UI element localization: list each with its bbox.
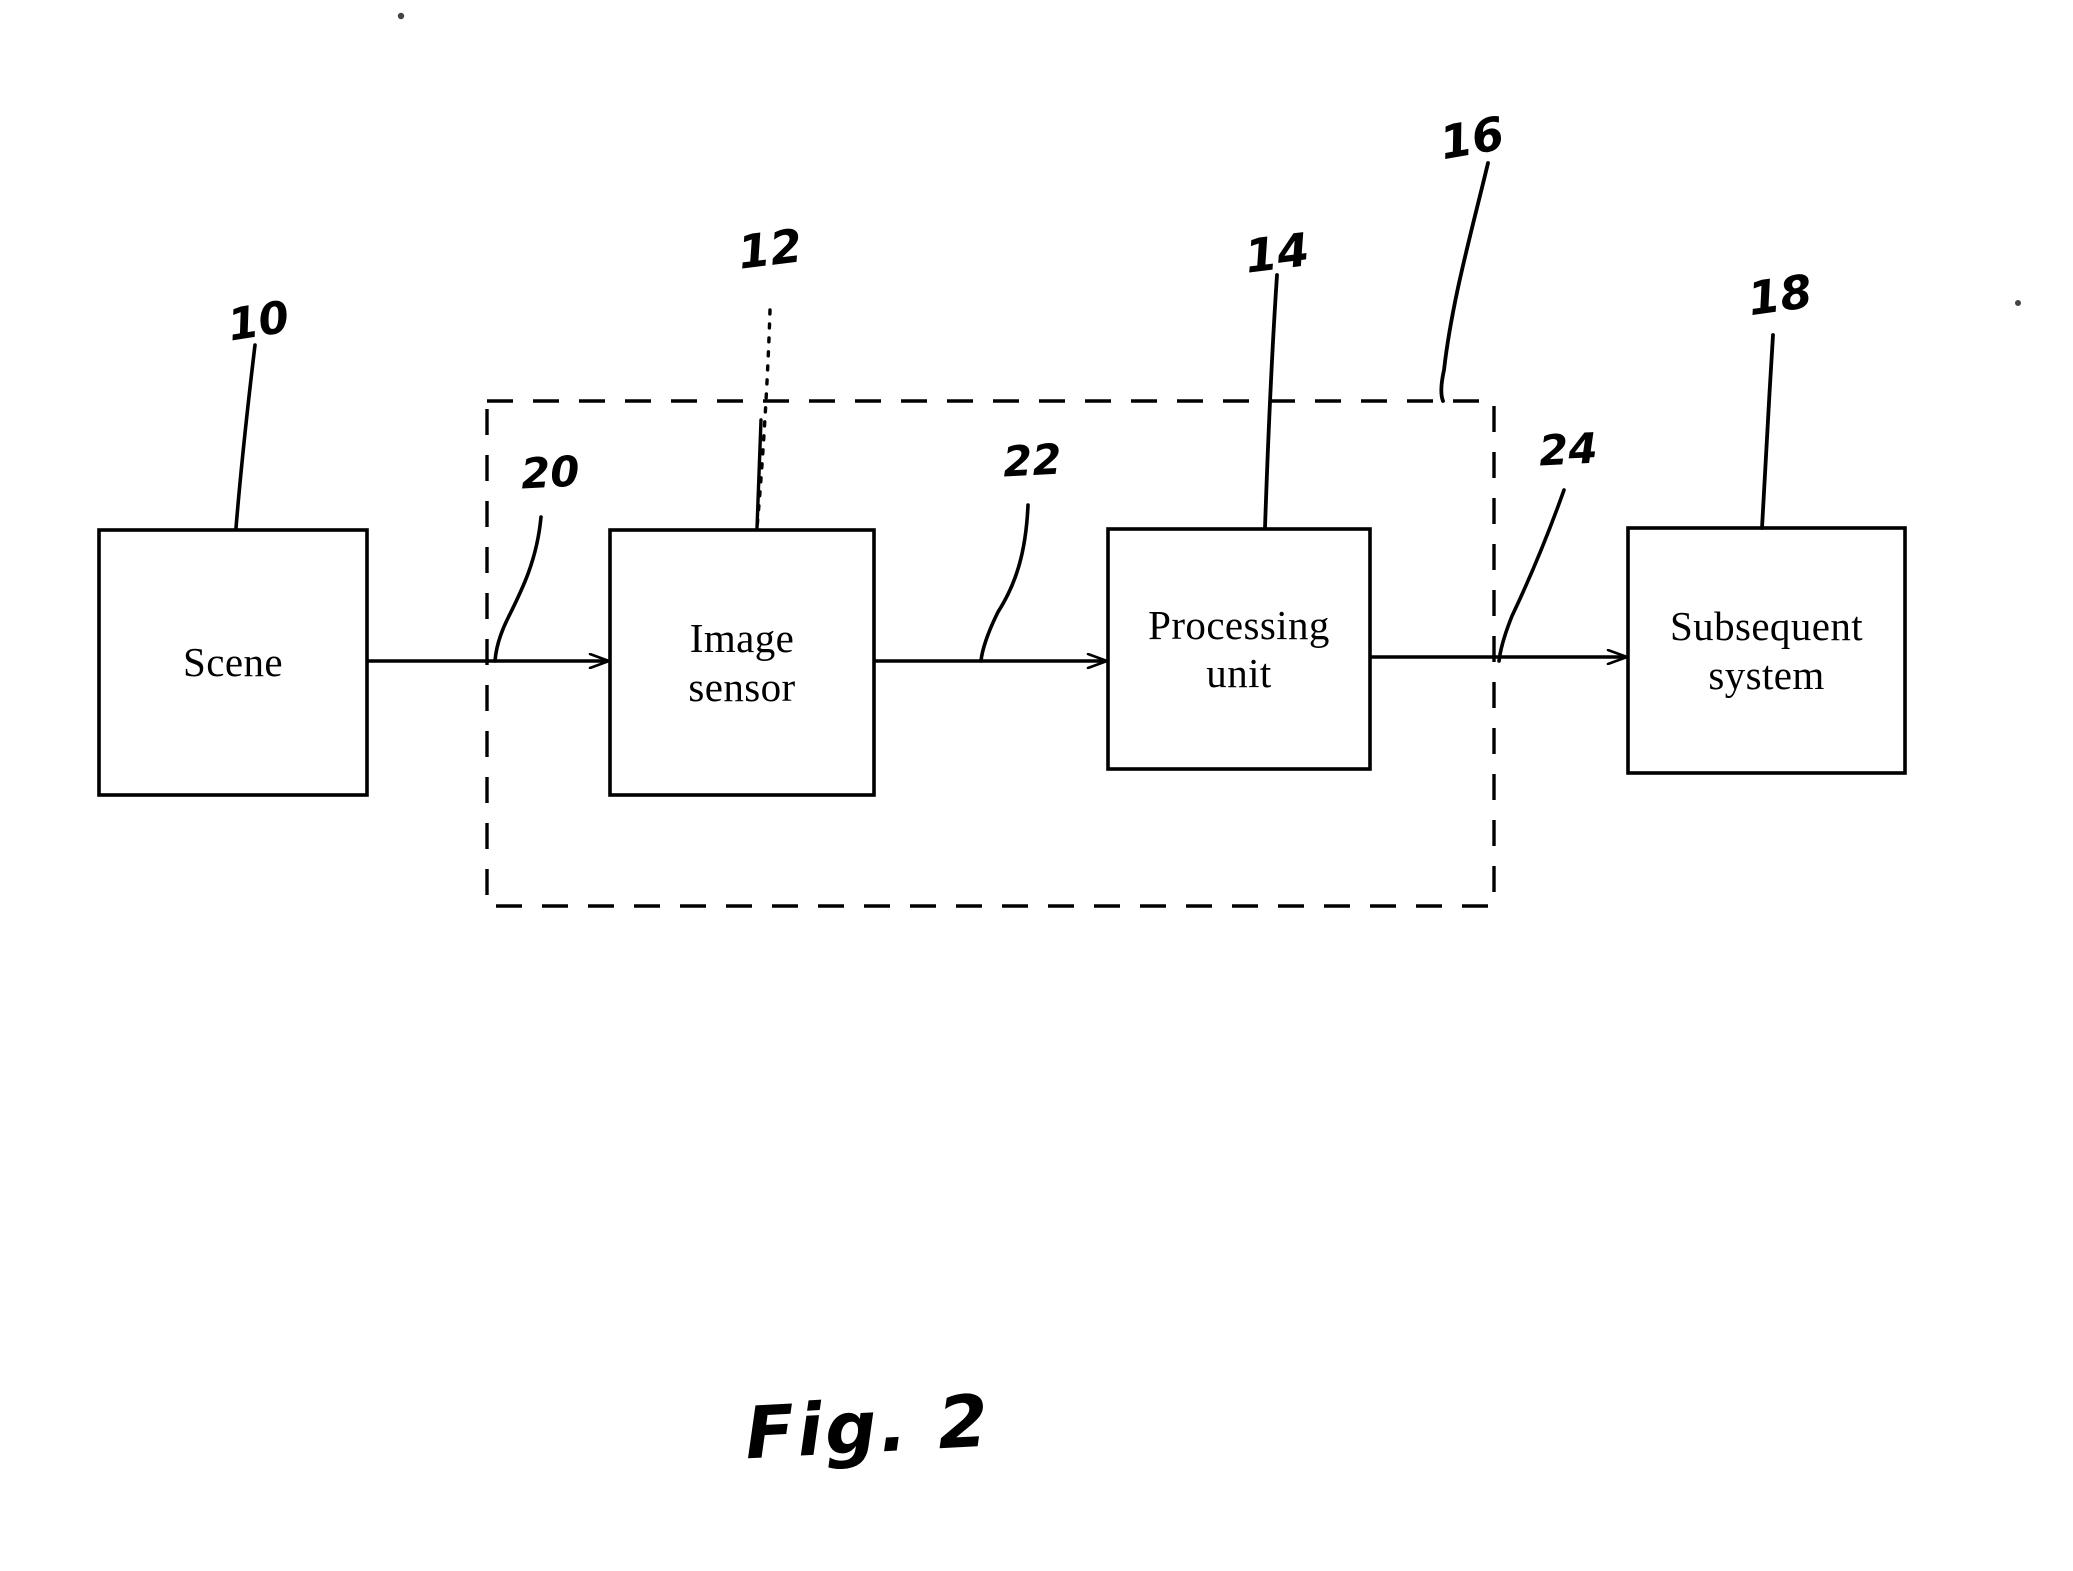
leader-line-16 [1439,161,1490,403]
reference-numeral-24: 24 [1537,423,1599,476]
block-scene [97,528,369,797]
leader-line-18 [1760,333,1775,530]
reference-numeral-16: 16 [1435,105,1509,171]
leader-line-12-solid [755,418,763,530]
leader-line-20 [493,515,543,663]
figure-page: Scene Image sensor Processing unit Subse… [0,0,2073,1571]
scan-speck [2015,300,2021,306]
leader-line-10 [234,343,257,530]
figure-caption: Fig. 2 [742,1378,993,1476]
reference-numeral-12: 12 [734,218,806,280]
leader-line-22 [979,503,1030,663]
reference-numeral-20: 20 [519,446,581,499]
reference-numeral-10: 10 [224,291,293,352]
reference-numeral-22: 22 [1001,434,1063,487]
reference-numeral-18: 18 [1744,263,1816,327]
block-image-sensor [608,528,876,797]
scan-speck [397,12,405,20]
leader-line-24 [1497,488,1566,663]
block-subsequent-system [1626,526,1907,775]
block-processing-unit [1106,527,1372,771]
reference-numeral-14: 14 [1241,222,1313,284]
diagram-canvas [97,12,2021,908]
